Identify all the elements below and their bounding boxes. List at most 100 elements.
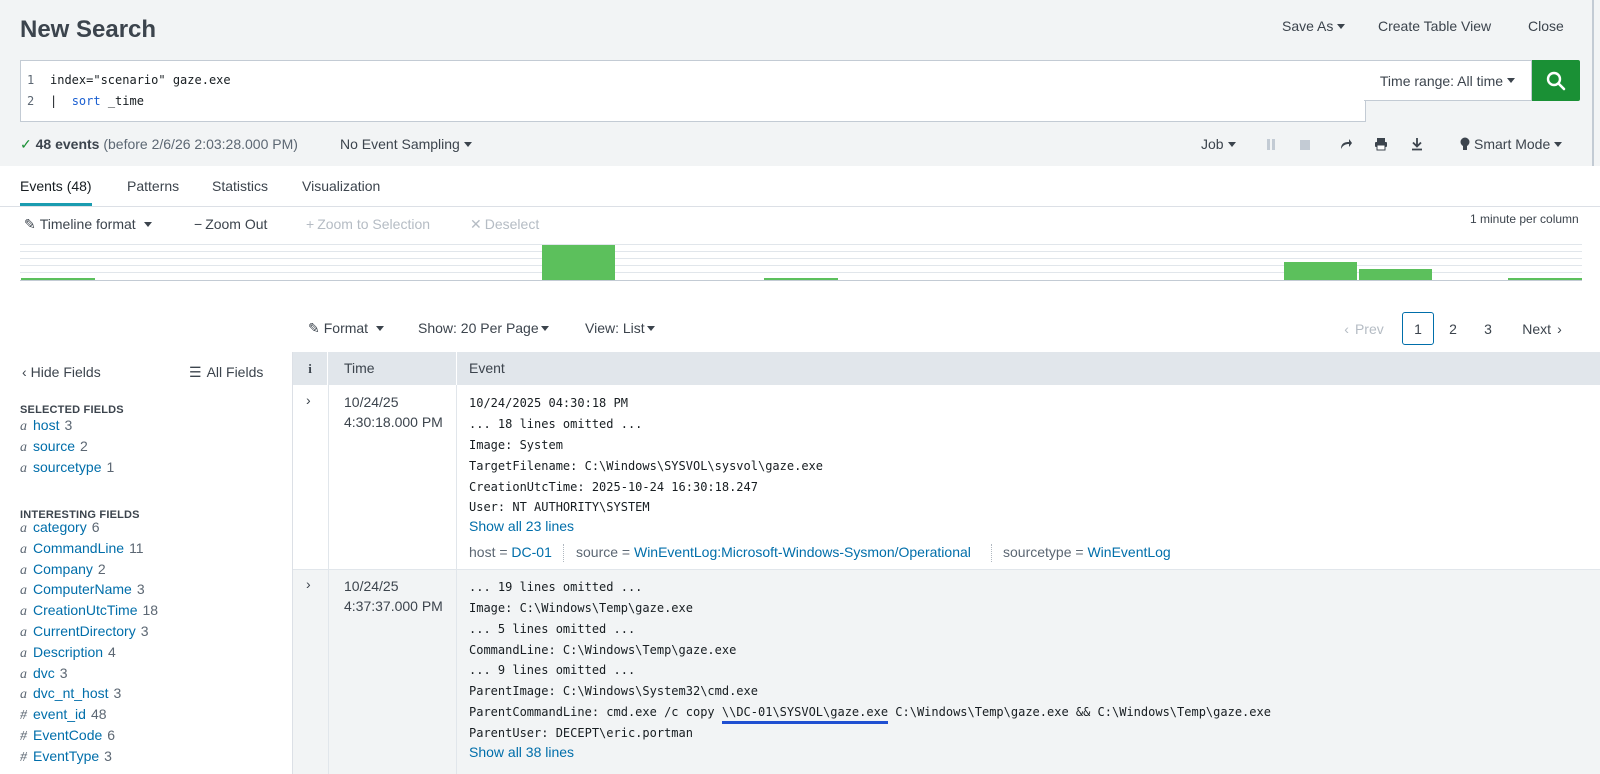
time-range-picker[interactable]: Time range: All time — [1364, 60, 1532, 101]
host-field[interactable]: host = DC-01 — [469, 544, 552, 560]
field-name[interactable]: CreationUtcTime — [33, 602, 138, 618]
deselect-button[interactable]: ✕ Deselect — [470, 216, 539, 233]
event-date: 10/24/25 — [344, 394, 399, 410]
timeline-bar[interactable] — [1284, 262, 1357, 280]
save-as-dropdown[interactable]: Save As — [1282, 18, 1346, 34]
next-page-button[interactable]: Next › — [1514, 312, 1570, 345]
scrollbar[interactable] — [1592, 0, 1594, 166]
field-name[interactable]: host — [33, 417, 59, 433]
field-name[interactable]: source — [33, 438, 75, 454]
sourcetype-field[interactable]: sourcetype = WinEventLog — [1003, 544, 1171, 560]
hide-fields-button[interactable]: ‹ Hide Fields — [22, 364, 101, 380]
show-all-lines-link[interactable]: Show all 23 lines — [469, 518, 574, 534]
expand-chevron-icon[interactable]: › — [306, 392, 311, 408]
zoom-out-button[interactable]: − Zoom Out — [194, 216, 267, 232]
time-column-header[interactable]: Time — [344, 360, 375, 376]
field-item[interactable]: a sourcetype 1 — [20, 459, 114, 477]
field-name[interactable]: dvc — [33, 665, 55, 681]
field-type-icon: # — [20, 749, 27, 765]
tab-statistics[interactable]: Statistics — [212, 178, 268, 194]
view-dropdown[interactable]: View: List — [585, 320, 655, 336]
field-name[interactable]: Description — [33, 644, 103, 660]
timeline-format-dropdown[interactable]: ✎ Timeline format — [24, 216, 152, 233]
field-name[interactable]: dvc_nt_host — [33, 685, 109, 701]
event-line: User: NT AUTHORITY\SYSTEM — [469, 500, 650, 514]
field-separator — [991, 544, 992, 562]
timeline-bar[interactable] — [764, 278, 838, 280]
event-line: TargetFilename: C:\Windows\SYSVOL\sysvol… — [469, 459, 824, 473]
search-mode-dropdown[interactable]: Smart Mode — [1460, 136, 1563, 152]
page-1-button[interactable]: 1 — [1402, 312, 1434, 345]
field-item[interactable]: a category 6 — [20, 519, 100, 537]
event-line: Image: C:\Windows\Temp\gaze.exe — [469, 601, 693, 615]
page-3-button[interactable]: 3 — [1472, 312, 1504, 345]
pencil-icon: ✎ — [308, 320, 320, 336]
zoom-selection-label: Zoom to Selection — [317, 216, 431, 232]
field-value[interactable]: WinEventLog:Microsoft-Windows-Sysmon/Ope… — [634, 544, 971, 560]
timeline-gridline — [20, 244, 1582, 245]
field-item[interactable]: a CurrentDirectory 3 — [20, 623, 149, 641]
print-icon[interactable] — [1374, 137, 1388, 154]
field-item[interactable]: # event_id 48 — [20, 706, 107, 724]
tab-events[interactable]: Events (48) — [20, 178, 92, 206]
all-fields-button[interactable]: ☰ All Fields — [189, 364, 263, 381]
field-name[interactable]: EventCode — [33, 727, 102, 743]
field-count: 3 — [136, 581, 145, 598]
source-field[interactable]: source = WinEventLog:Microsoft-Windows-S… — [576, 544, 971, 560]
search-editor[interactable]: 1 2 index="scenario" gaze.exe | sort _ti… — [20, 60, 1366, 122]
event-column-header[interactable]: Event — [469, 360, 505, 376]
chevron-down-icon — [540, 326, 549, 331]
field-name[interactable]: CommandLine — [33, 540, 124, 556]
stop-icon[interactable] — [1300, 140, 1310, 150]
field-count: 2 — [80, 437, 88, 454]
pause-icon[interactable] — [1266, 139, 1276, 151]
timeline-bar[interactable] — [21, 278, 95, 280]
field-name[interactable]: event_id — [33, 706, 86, 722]
prev-page-button[interactable]: ‹ Prev — [1336, 312, 1392, 345]
field-item[interactable]: a ComputerName 3 — [20, 581, 145, 599]
field-item[interactable]: a source 2 — [20, 438, 88, 456]
field-item[interactable]: a dvc_nt_host 3 — [20, 685, 121, 703]
field-value[interactable]: WinEventLog — [1087, 544, 1170, 560]
event-sampling-dropdown[interactable]: No Event Sampling — [340, 136, 472, 152]
per-page-label: Show: 20 Per Page — [418, 320, 539, 336]
field-name[interactable]: EventType — [33, 748, 99, 764]
tab-visualization[interactable]: Visualization — [302, 178, 380, 194]
per-page-dropdown[interactable]: Show: 20 Per Page — [418, 320, 549, 336]
timeline-format-label: Timeline format — [39, 216, 136, 232]
field-item[interactable]: a CommandLine 11 — [20, 540, 144, 558]
field-name[interactable]: Company — [33, 561, 93, 577]
field-value[interactable]: DC-01 — [511, 544, 551, 560]
timeline-bar[interactable] — [1359, 269, 1432, 280]
field-separator — [563, 544, 564, 562]
field-name[interactable]: CurrentDirectory — [33, 623, 136, 639]
field-item[interactable]: a host 3 — [20, 417, 72, 435]
search-button[interactable] — [1532, 60, 1580, 101]
field-item[interactable]: # EventCode 6 — [20, 727, 115, 745]
field-item[interactable]: a Description 4 — [20, 644, 116, 662]
field-item[interactable]: # EventType 3 — [20, 748, 112, 766]
close-link[interactable]: Close — [1528, 18, 1564, 34]
job-dropdown[interactable]: Job — [1201, 136, 1236, 152]
page-2-button[interactable]: 2 — [1437, 312, 1469, 345]
event-line: CommandLine: C:\Windows\Temp\gaze.exe — [469, 643, 737, 657]
timeline-bar[interactable] — [542, 245, 615, 280]
download-icon[interactable] — [1410, 137, 1424, 154]
field-item[interactable]: a dvc 3 — [20, 665, 68, 683]
field-name[interactable]: ComputerName — [33, 581, 132, 597]
tab-patterns[interactable]: Patterns — [127, 178, 179, 194]
expand-chevron-icon[interactable]: › — [306, 576, 311, 592]
create-table-view-link[interactable]: Create Table View — [1378, 18, 1491, 34]
field-name[interactable]: sourcetype — [33, 459, 101, 475]
field-item[interactable]: a CreationUtcTime 18 — [20, 602, 158, 620]
field-type-icon: a — [20, 583, 27, 599]
show-all-lines-link[interactable]: Show all 38 lines — [469, 744, 574, 760]
share-icon[interactable] — [1339, 137, 1353, 154]
field-item[interactable]: a Company 2 — [20, 561, 106, 579]
field-name[interactable]: category — [33, 519, 87, 535]
info-column-header[interactable]: i — [293, 352, 328, 385]
zoom-selection-button[interactable]: + Zoom to Selection — [306, 216, 430, 232]
timeline-bar[interactable] — [1508, 278, 1582, 280]
format-dropdown[interactable]: ✎ Format — [308, 320, 385, 337]
page-title: New Search — [20, 16, 157, 43]
